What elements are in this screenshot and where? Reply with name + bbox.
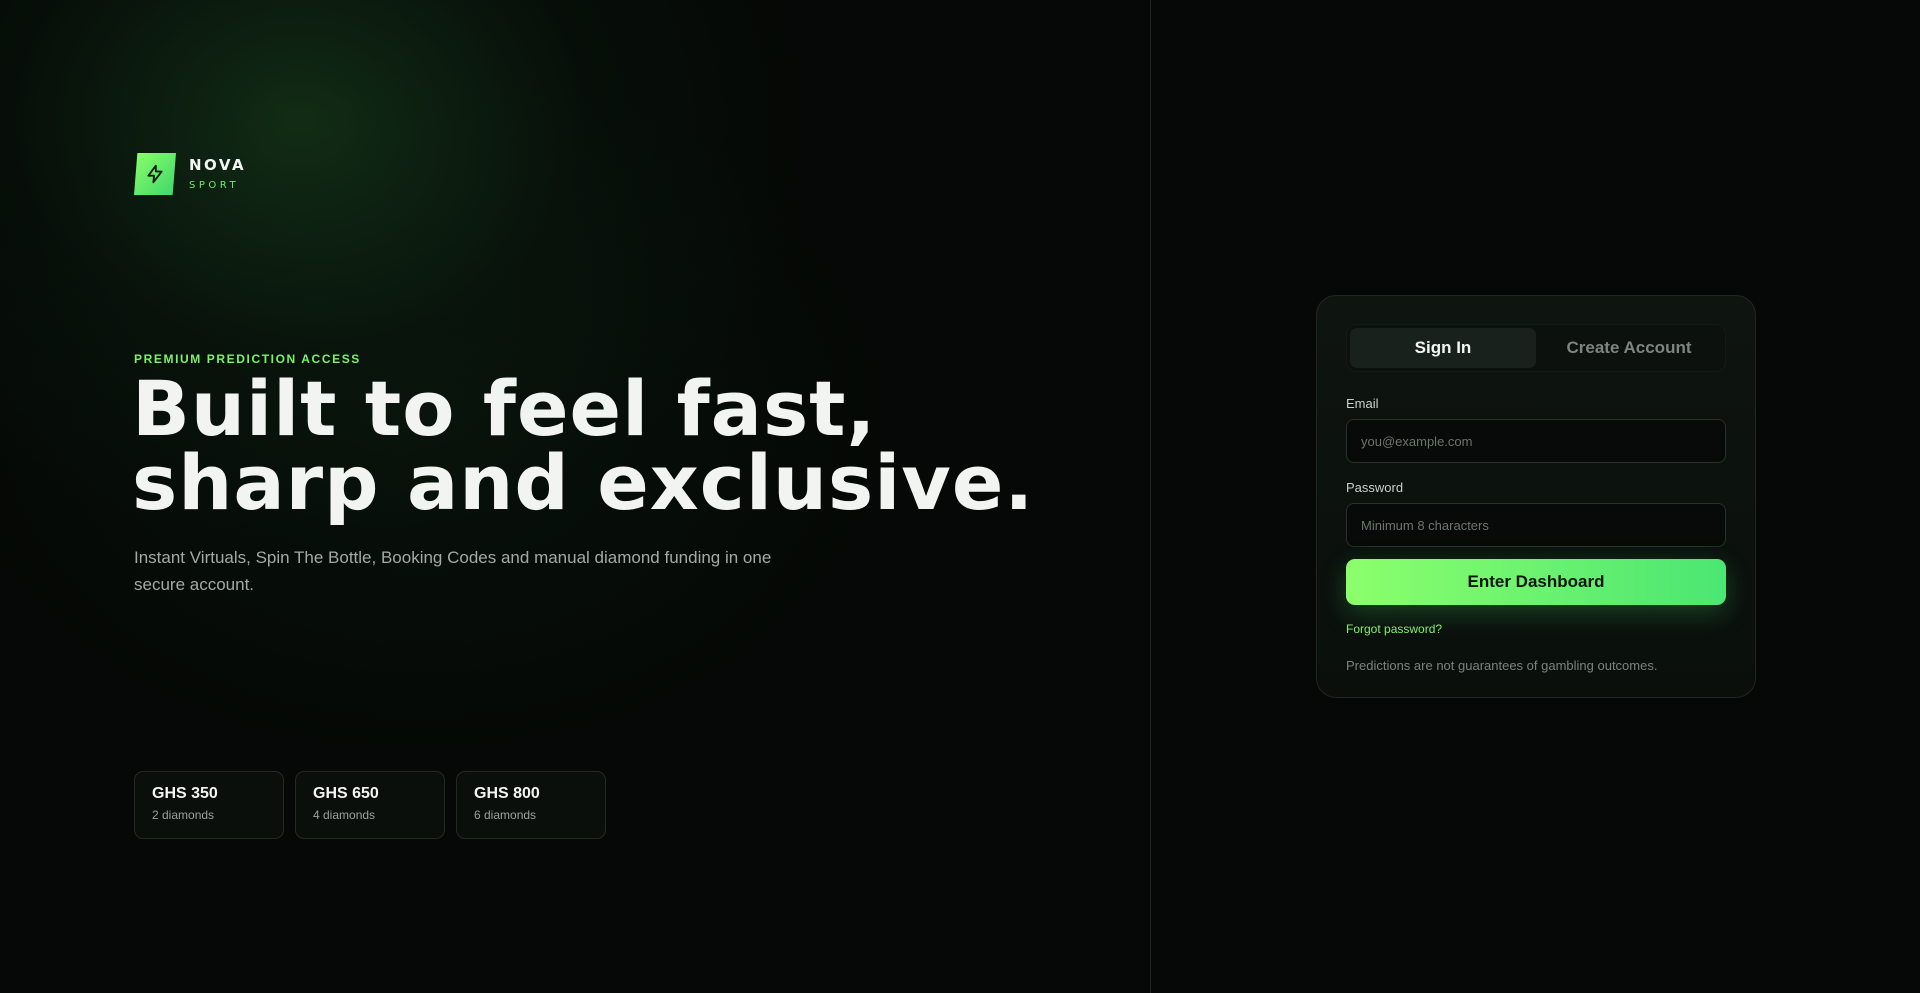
pricing-tiers: GHS 350 2 diamonds GHS 650 4 diamonds GH… <box>134 771 606 839</box>
forgot-password-link[interactable]: Forgot password? <box>1346 622 1442 636</box>
tier-price: GHS 650 <box>313 785 379 802</box>
email-field[interactable] <box>1346 419 1726 463</box>
login-page: NOVA SPORT PREMIUM PREDICTION ACCESS Bui… <box>0 0 1920 993</box>
brand-subtitle: SPORT <box>189 179 240 191</box>
hero-panel: NOVA SPORT PREMIUM PREDICTION ACCESS Bui… <box>0 0 1151 993</box>
auth-panel: Sign In Create Account Email Password En… <box>1151 0 1920 993</box>
tab-sign-in[interactable]: Sign In <box>1350 328 1536 368</box>
hero-headline: Built to feel fast, sharp and exclusive. <box>132 364 1132 527</box>
tier-diamonds: 6 diamonds <box>474 808 537 822</box>
tier-diamonds: 4 diamonds <box>313 808 376 822</box>
tier-price: GHS 350 <box>152 785 218 802</box>
auth-tabs: Sign In Create Account <box>1346 324 1726 372</box>
brand-name: NOVA <box>189 155 247 174</box>
headline-line-1: Built to feel fast, <box>132 364 877 453</box>
password-field[interactable] <box>1346 503 1726 547</box>
tab-create-account[interactable]: Create Account <box>1536 328 1722 368</box>
password-label: Password <box>1346 480 1404 495</box>
lightning-bolt-icon <box>134 153 176 195</box>
tier-card: GHS 800 6 diamonds <box>456 771 606 839</box>
auth-card: Sign In Create Account Email Password En… <box>1316 295 1756 698</box>
tier-price: GHS 800 <box>474 785 540 802</box>
disclaimer-text: Predictions are not guarantees of gambli… <box>1346 658 1658 673</box>
tier-card: GHS 650 4 diamonds <box>295 771 445 839</box>
tier-card: GHS 350 2 diamonds <box>134 771 284 839</box>
hero-description: Instant Virtuals, Spin The Bottle, Booki… <box>134 548 772 594</box>
headline-line-2: sharp and exclusive. <box>132 438 1035 527</box>
tier-diamonds: 2 diamonds <box>152 808 215 822</box>
email-label: Email <box>1346 396 1379 411</box>
enter-dashboard-button[interactable]: Enter Dashboard <box>1346 559 1726 605</box>
brand-logo[interactable]: NOVA SPORT <box>134 153 246 195</box>
brand-text: NOVA SPORT <box>189 155 247 191</box>
